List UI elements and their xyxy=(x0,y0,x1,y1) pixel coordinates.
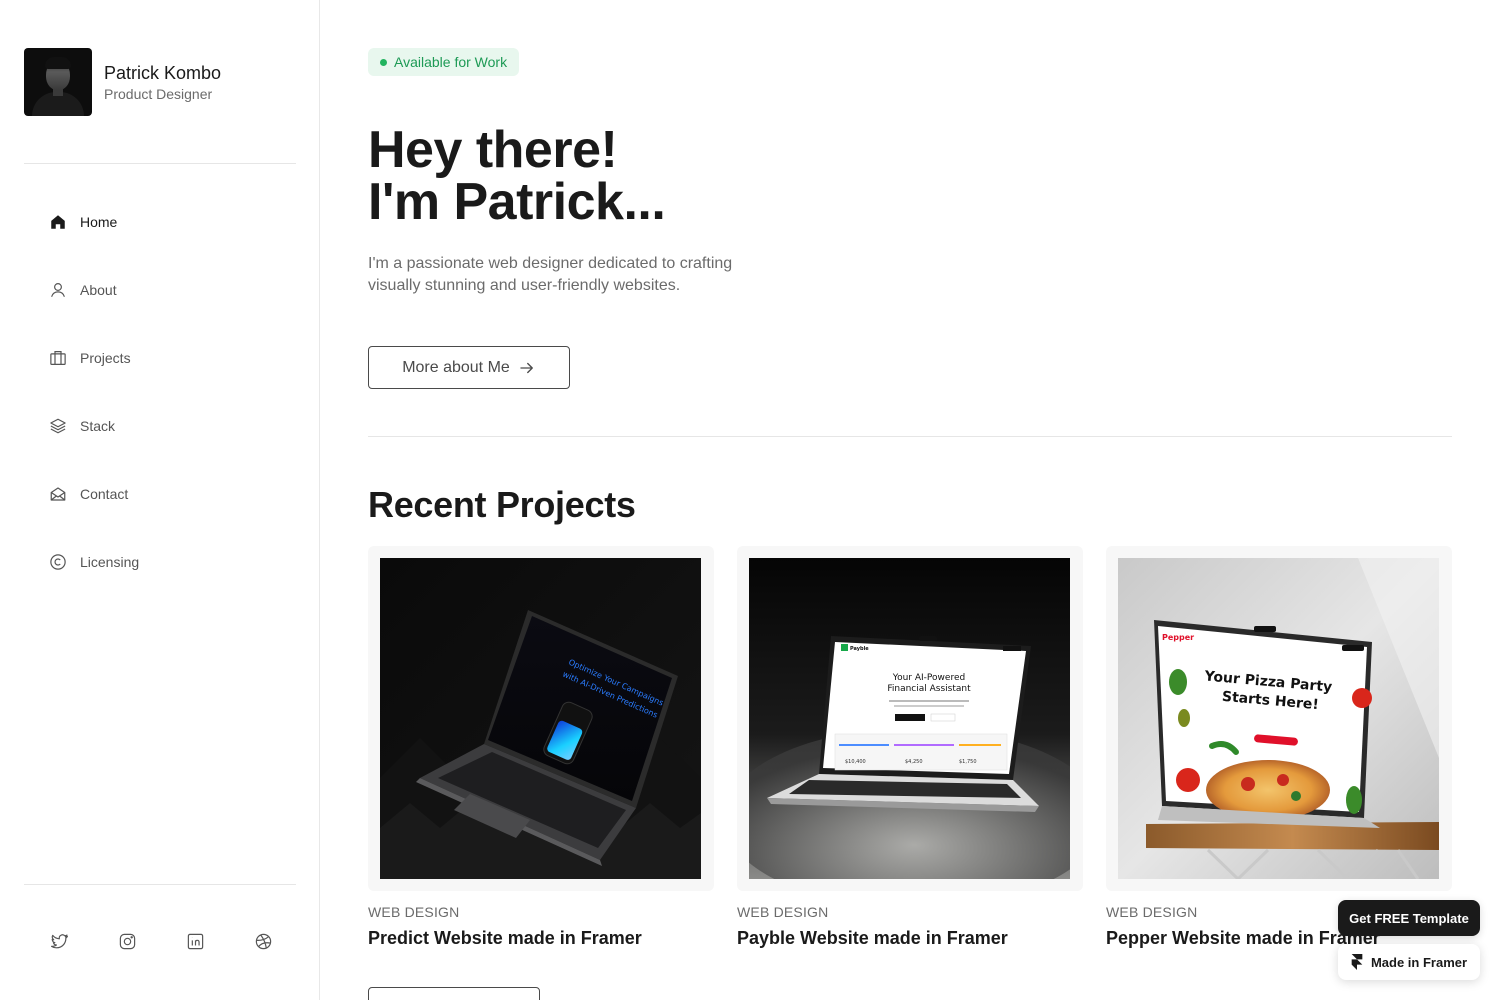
recent-projects-title: Recent Projects xyxy=(368,484,636,525)
profile-role: Product Designer xyxy=(104,85,213,102)
sidebar-item-label: Projects xyxy=(80,350,131,366)
get-free-template-button[interactable]: Get FREE Template xyxy=(1338,900,1480,936)
availability-badge: Available for Work xyxy=(368,48,520,76)
project-thumbnail-payble: Payble Your AI-Powered Financial Assista… xyxy=(749,558,1070,879)
profile[interactable]: Patrick Kombo Product Designer xyxy=(24,48,221,116)
project-category: WEB DESIGN xyxy=(737,904,829,920)
payble-amount-3: $1,750 xyxy=(959,759,977,765)
availability-text: Available for Work xyxy=(394,54,508,70)
made-in-framer-button[interactable]: Made in Framer xyxy=(1338,944,1480,980)
sidebar-item-label: Stack xyxy=(80,418,116,434)
hero-title: Hey there! I'm Patrick... xyxy=(368,124,968,228)
sidebar-item-contact[interactable]: Contact xyxy=(48,476,139,512)
copyright-icon xyxy=(48,552,68,572)
social-links xyxy=(48,930,320,952)
project-card-pepper[interactable]: Pepper Your Pizza Party Starts Here! WEB… xyxy=(1106,546,1452,949)
dribbble-icon[interactable] xyxy=(252,930,274,952)
view-all-projects-button[interactable] xyxy=(368,987,540,1000)
briefcase-icon xyxy=(48,348,68,368)
home-icon xyxy=(48,212,68,232)
sidebar: Patrick Kombo Product Designer Home Abou… xyxy=(0,0,320,1000)
payble-amount-1: $10,400 xyxy=(845,759,866,765)
sidebar-nav: Home About Projects Stack Contact Licens… xyxy=(48,204,139,612)
mail-open-icon xyxy=(48,484,68,504)
svg-text:Your AI-Powered: Your AI-Powered xyxy=(892,673,965,683)
project-card-payble[interactable]: Payble Your AI-Powered Financial Assista… xyxy=(737,546,1083,949)
hero-title-line2: I'm Patrick... xyxy=(368,173,666,231)
sidebar-item-label: About xyxy=(80,282,117,298)
sidebar-item-stack[interactable]: Stack xyxy=(48,408,139,444)
hero-title-line1: Hey there! xyxy=(368,121,618,179)
pepper-brand-text: Pepper xyxy=(1162,633,1194,642)
payble-brand-text: Payble xyxy=(850,646,869,652)
section-divider xyxy=(368,436,1452,437)
payble-amount-2: $4,250 xyxy=(905,759,923,765)
profile-name: Patrick Kombo xyxy=(104,62,222,83)
arrow-right-icon xyxy=(518,359,536,377)
project-card-predict[interactable]: Optimize Your Campaigns with AI-Driven P… xyxy=(368,546,714,949)
project-thumbnail-predict: Optimize Your Campaigns with AI-Driven P… xyxy=(380,558,701,879)
avatar xyxy=(24,48,92,116)
framer-logo-icon xyxy=(1351,954,1363,970)
twitter-icon[interactable] xyxy=(48,930,70,952)
hero-subtitle: I'm a passionate web designer dedicated … xyxy=(368,255,733,294)
project-title: Predict Website made in Framer xyxy=(368,928,642,948)
svg-text:Financial Assistant: Financial Assistant xyxy=(887,684,971,694)
layers-icon xyxy=(48,416,68,436)
user-icon xyxy=(48,280,68,300)
sidebar-divider-top xyxy=(24,163,296,164)
status-dot-icon xyxy=(380,58,387,66)
sidebar-item-label: Contact xyxy=(80,486,129,502)
sidebar-item-projects[interactable]: Projects xyxy=(48,340,139,376)
sidebar-item-about[interactable]: About xyxy=(48,272,139,308)
sidebar-divider-bottom xyxy=(24,884,296,885)
sidebar-item-label: Home xyxy=(80,214,118,230)
linkedin-icon[interactable] xyxy=(184,930,206,952)
project-thumbnail-pepper: Pepper Your Pizza Party Starts Here! xyxy=(1118,558,1439,879)
sidebar-item-home[interactable]: Home xyxy=(48,204,139,240)
more-about-me-label: More about Me xyxy=(402,358,510,376)
made-in-framer-label: Made in Framer xyxy=(1370,954,1468,970)
project-title: Payble Website made in Framer xyxy=(737,928,1008,948)
sidebar-item-label: Licensing xyxy=(80,554,140,570)
more-about-me-button[interactable]: More about Me xyxy=(368,346,570,389)
project-category: WEB DESIGN xyxy=(368,904,460,920)
instagram-icon[interactable] xyxy=(116,930,138,952)
projects-grid: Optimize Your Campaigns with AI-Driven P… xyxy=(368,546,1452,949)
sidebar-item-licensing[interactable]: Licensing xyxy=(48,544,139,580)
